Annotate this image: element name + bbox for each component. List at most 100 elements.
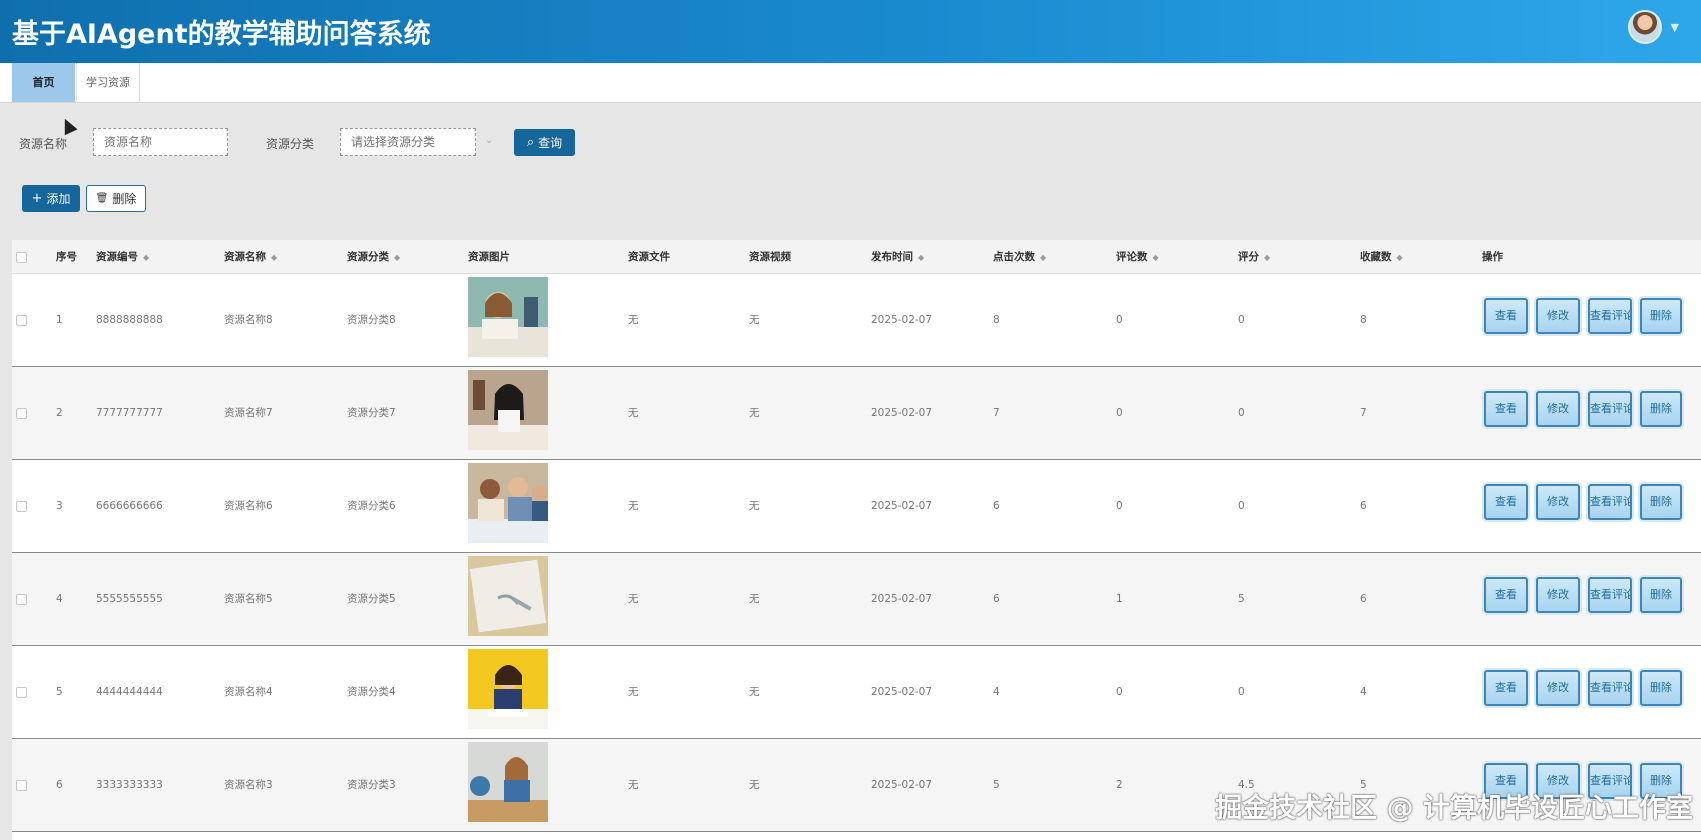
cell-name: 资源名称6 (224, 500, 273, 512)
resource-image[interactable] (468, 370, 548, 450)
delete-button[interactable]: 🗑 删除 (86, 185, 146, 212)
row-delete-button[interactable]: 删除 (1640, 577, 1682, 613)
resource-image[interactable] (468, 649, 548, 729)
sort-icon[interactable]: ◆ (1397, 253, 1403, 262)
sort-icon[interactable]: ◆ (1153, 253, 1159, 262)
table-row[interactable]: 5 4444444444 资源名称4 资源分类4 无 无 2025-02-07 4 0 0 4 查看修… (12, 646, 1701, 739)
cell-date: 2025-02-07 (871, 314, 933, 326)
cell-date: 2025-02-07 (871, 407, 933, 419)
edit-button[interactable]: 修改 (1536, 670, 1580, 706)
cell-clicks: 8 (993, 314, 1000, 326)
chevron-down-icon[interactable]: ⌄ (485, 135, 493, 146)
col-clicks[interactable]: 点击次数 ◆ (993, 240, 1046, 274)
mouse-cursor (58, 115, 78, 136)
cell-file: 无 (628, 593, 639, 605)
avatar[interactable] (1627, 10, 1662, 44)
tab-learning-resources[interactable]: 学习资源 (76, 63, 140, 102)
row-delete-button[interactable]: 删除 (1640, 484, 1682, 520)
row-delete-button[interactable]: 删除 (1640, 670, 1682, 706)
cell-comments: 0 (1116, 686, 1123, 698)
resource-image[interactable] (468, 277, 548, 357)
table-row[interactable]: 1 8888888888 资源名称8 资源分类8 无 无 2025-02-07 8 0 0 8 查看修… (12, 274, 1701, 367)
cell-code: 8888888888 (96, 314, 163, 326)
user-menu[interactable]: ▼ (1627, 10, 1679, 44)
cell-favorites: 8 (1360, 314, 1367, 326)
row-checkbox[interactable] (16, 501, 27, 512)
view-comments-button[interactable]: 查看评论 (1588, 484, 1632, 520)
row-checkbox[interactable] (16, 687, 27, 698)
col-comments[interactable]: 评论数 ◆ (1116, 240, 1159, 274)
resource-name-input[interactable] (93, 128, 228, 156)
table-row[interactable]: 4 5555555555 资源名称5 资源分类5 无 无 2025-02-07 6 1 5 6 查看修… (12, 553, 1701, 646)
view-comments-button[interactable]: 查看评论 (1588, 298, 1632, 334)
resource-table: 序号 资源编号 ◆ 资源名称 ◆ 资源分类 ◆ 资源图片 资源文件 资源视频 发布时间… (12, 240, 1701, 840)
chevron-down-icon[interactable]: ▼ (1671, 21, 1679, 34)
view-comments-button[interactable]: 查看评论 (1588, 670, 1632, 706)
cell-category: 资源分类5 (347, 593, 396, 605)
view-comments-button[interactable]: 查看评论 (1588, 577, 1632, 613)
cell-file: 无 (628, 407, 639, 419)
cell-index: 5 (56, 686, 63, 698)
col-name-label: 资源名称 (224, 251, 266, 263)
col-rating[interactable]: 评分 ◆ (1238, 240, 1270, 274)
table-row[interactable]: 3 6666666666 资源名称6 资源分类6 无 无 2025-02-07 6 0 0 6 查看修… (12, 460, 1701, 553)
plus-icon: + (31, 191, 43, 206)
col-date[interactable]: 发布时间 ◆ (871, 240, 924, 274)
cell-date: 2025-02-07 (871, 500, 933, 512)
row-checkbox[interactable] (16, 594, 27, 605)
sort-icon[interactable]: ◆ (918, 253, 924, 262)
row-checkbox[interactable] (16, 780, 27, 791)
cell-index: 6 (56, 779, 63, 791)
resource-image[interactable] (468, 556, 548, 636)
cell-video: 无 (749, 593, 760, 605)
view-button[interactable]: 查看 (1484, 577, 1528, 613)
view-comments-button[interactable]: 查看评论 (1588, 391, 1632, 427)
cell-comments: 2 (1116, 779, 1123, 791)
resource-category-select[interactable] (340, 128, 476, 156)
resource-image[interactable] (468, 742, 548, 822)
row-checkbox[interactable] (16, 315, 27, 326)
table-row[interactable]: 2 7777777777 资源名称7 资源分类7 无 无 2025-02-07 7 0 0 7 查看修… (12, 367, 1701, 460)
view-button[interactable]: 查看 (1484, 298, 1528, 334)
col-category[interactable]: 资源分类 ◆ (347, 240, 400, 274)
cell-code: 7777777777 (96, 407, 163, 419)
sort-icon[interactable]: ◆ (271, 253, 277, 262)
col-code[interactable]: 资源编号 ◆ (96, 240, 149, 274)
cell-video: 无 (749, 500, 760, 512)
row-delete-button[interactable]: 删除 (1640, 298, 1682, 334)
cell-file: 无 (628, 686, 639, 698)
sort-icon[interactable]: ◆ (1040, 253, 1046, 262)
col-favorites[interactable]: 收藏数 ◆ (1360, 240, 1403, 274)
sort-icon[interactable]: ◆ (1264, 253, 1270, 262)
col-category-label: 资源分类 (347, 251, 389, 263)
select-all-checkbox[interactable] (16, 252, 27, 263)
add-button[interactable]: + 添加 (22, 185, 80, 212)
cell-name: 资源名称5 (224, 593, 273, 605)
sort-icon[interactable]: ◆ (143, 253, 149, 262)
cell-favorites: 7 (1360, 407, 1367, 419)
watermark: 掘金技术社区 @ 计算机毕设匠心工作室 (1215, 793, 1693, 824)
cell-name: 资源名称3 (224, 779, 273, 791)
edit-button[interactable]: 修改 (1536, 577, 1580, 613)
cell-rating: 5 (1238, 593, 1245, 605)
cell-code: 3333333333 (96, 779, 163, 791)
cell-video: 无 (749, 314, 760, 326)
cell-rating: 0 (1238, 407, 1245, 419)
cell-date: 2025-02-07 (871, 593, 933, 605)
row-delete-button[interactable]: 删除 (1640, 391, 1682, 427)
view-button[interactable]: 查看 (1484, 391, 1528, 427)
sort-icon[interactable]: ◆ (394, 253, 400, 262)
resource-image[interactable] (468, 463, 548, 543)
edit-button[interactable]: 修改 (1536, 484, 1580, 520)
col-file: 资源文件 (628, 251, 670, 263)
col-name[interactable]: 资源名称 ◆ (224, 240, 277, 274)
cell-clicks: 6 (993, 500, 1000, 512)
row-checkbox[interactable] (16, 408, 27, 419)
tab-home[interactable]: 首页 (12, 63, 75, 102)
view-button[interactable]: 查看 (1484, 484, 1528, 520)
edit-button[interactable]: 修改 (1536, 391, 1580, 427)
view-button[interactable]: 查看 (1484, 670, 1528, 706)
edit-button[interactable]: 修改 (1536, 298, 1580, 334)
query-button[interactable]: ⌕ 查询 (514, 129, 575, 156)
cell-name: 资源名称4 (224, 686, 273, 698)
